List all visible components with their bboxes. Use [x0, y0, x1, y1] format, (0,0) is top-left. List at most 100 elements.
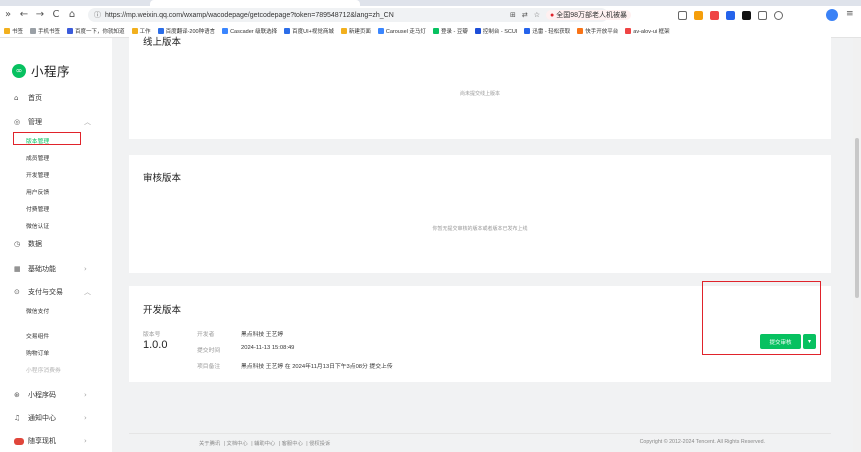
chevron-right-icon: ›	[84, 265, 87, 273]
sidebar-item-code[interactable]: ⊛ 小程序码 ›	[14, 390, 87, 400]
bookmark-icon	[625, 27, 632, 34]
bookmark-icon	[432, 27, 439, 34]
bookmark-icon	[222, 27, 229, 34]
online-version-empty: 尚未提交线上版本	[459, 91, 500, 97]
sidebar-item-wechat-pay[interactable]: 微信支付	[26, 306, 49, 315]
sidebar-item-notify[interactable]: ♫ 通知中心 ›	[14, 413, 87, 423]
sidebar-item-version-manage[interactable]: 版本管理	[26, 136, 49, 145]
bookmark-icon	[30, 27, 37, 34]
extension-icon[interactable]	[710, 10, 719, 20]
sidebar-item-code-label: 小程序码	[28, 392, 56, 399]
sidebar-item-pay[interactable]: ⊙ 支付与交易 ︿	[14, 287, 91, 297]
translate-icon[interactable]: ⇄	[522, 11, 528, 19]
chevron-up-icon: ︿	[84, 288, 91, 296]
online-version-card: 线上版本 尚未提交线上版本	[129, 34, 831, 139]
sidebar-item-trade-component[interactable]: 交易组件	[26, 331, 49, 340]
page-scrollbar[interactable]	[853, 38, 861, 452]
bookmark-icon	[377, 27, 384, 34]
sidebar-item-basic-label: 基础功能	[28, 266, 56, 273]
footer-link-report[interactable]: 侵权投诉	[309, 441, 330, 447]
review-version-title: 审核版本	[143, 173, 182, 184]
profile-avatar[interactable]	[826, 9, 838, 21]
bookmark-star-icon[interactable]: ☆	[534, 11, 540, 19]
scrollbar-thumb[interactable]	[855, 138, 859, 298]
sidebar-item-data[interactable]: ◷ 数据	[14, 239, 42, 249]
dev-version-title: 开发版本	[143, 305, 182, 316]
app-logo[interactable]: ∞ 小程序	[12, 61, 70, 80]
sidebar-item-basic[interactable]: ▦ 基础功能 ›	[14, 264, 87, 274]
address-actions: ⊞ ⇄ ☆ ● 全国98万部老人机被暴	[510, 8, 632, 22]
sidebar-item-orders[interactable]: 购物订单	[26, 348, 49, 357]
bookmark-label: 百度一下，你就知道	[75, 28, 125, 35]
sidebar-item-home[interactable]: ⌂ 首页	[14, 93, 42, 103]
sidebar-item-member-manage[interactable]: 成员管理	[26, 153, 49, 162]
footer: 关于腾讯 | 文档中心 | 辅助中心 | 客服中心 | 侵权投诉 Copyrig…	[129, 433, 831, 452]
url-text: https://mp.weixin.qq.com/wxamp/wacodepag…	[105, 11, 394, 19]
qrcode-icon: ⊛	[14, 391, 20, 399]
bookmark-item[interactable]: 百度一下，你就知道	[67, 27, 125, 35]
sidebar: ∞ 小程序 ⌂ 首页 ◎ 管理 ︿ 版本管理 成员管理 开发管理 用户反馈 付费…	[0, 38, 112, 452]
extension-icon[interactable]	[758, 10, 767, 20]
chevron-up-icon: ︿	[84, 118, 91, 126]
developer-label: 开发者	[197, 332, 215, 338]
home-icon: ⌂	[14, 94, 19, 102]
chevron-right-icon: ›	[84, 414, 87, 422]
review-version-empty: 你暂无提交审核的版本或者版本已发布上线	[432, 226, 528, 232]
extension-icon[interactable]	[678, 10, 687, 20]
sidebar-item-manage[interactable]: ◎ 管理 ︿	[14, 117, 91, 127]
sidebar-item-coupon[interactable]: 小程序消费券	[26, 365, 61, 374]
data-icon: ◷	[14, 240, 21, 248]
home-icon[interactable]: ⌂	[64, 7, 80, 23]
copyright: Copyright © 2012-2024 Tencent. All Right…	[639, 439, 765, 445]
extension-news[interactable]: ● 全国98万部老人机被暴	[546, 10, 632, 20]
forward-icon[interactable]: →	[32, 7, 48, 23]
more-tabs-icon[interactable]: »	[0, 7, 16, 23]
extension-icon[interactable]	[694, 10, 703, 20]
screenshot-icon[interactable]: ⊞	[510, 11, 516, 19]
extension-icon[interactable]	[774, 10, 783, 20]
extension-news-text: 全国98万部老人机被暴	[556, 12, 628, 19]
submit-time-label: 提交时间	[197, 348, 221, 354]
bookmark-icon	[131, 27, 138, 34]
bookmark-icon	[340, 27, 347, 34]
sidebar-item-gift[interactable]: 随享现机 ›	[14, 436, 87, 446]
bookmark-icon	[157, 27, 164, 34]
footer-link-about[interactable]: 关于腾讯	[199, 441, 220, 447]
online-version-title: 线上版本	[143, 37, 182, 48]
bookmark-icon	[524, 27, 531, 34]
sidebar-item-gift-label: 随享现机	[28, 438, 56, 445]
bookmark-label: 书签	[12, 28, 24, 35]
bookmark-label: 手机书签	[38, 28, 61, 35]
sidebar-item-dev-manage[interactable]: 开发管理	[26, 170, 49, 179]
bookmark-item[interactable]: 手机书签	[30, 27, 60, 35]
footer-link-service[interactable]: 客服中心	[282, 441, 303, 447]
bookmark-icon	[284, 27, 291, 34]
version-label: 版本号	[143, 332, 161, 338]
sidebar-item-notify-label: 通知中心	[28, 415, 56, 422]
note-value: 黑点科技 王艺婷 在 2024年11月13日下午3点08分 提交上传	[241, 364, 393, 370]
browser-menu-icon[interactable]: ≡	[846, 9, 854, 19]
bookmark-item[interactable]: 书签	[4, 27, 23, 35]
bookmark-icon	[4, 27, 10, 34]
bookmark-icon	[67, 27, 74, 34]
footer-links: 关于腾讯 | 文档中心 | 辅助中心 | 客服中心 | 侵权投诉	[199, 441, 331, 447]
extension-icon[interactable]	[742, 10, 751, 20]
chevron-right-icon: ›	[84, 391, 87, 399]
browser-toolbar: » ← → C ⌂ ⓘ https://mp.weixin.qq.com/wxa…	[0, 6, 861, 24]
reload-icon[interactable]: C	[48, 7, 64, 23]
sidebar-item-wechat-verify[interactable]: 微信认证	[26, 221, 49, 230]
sidebar-item-pay-label: 支付与交易	[28, 289, 63, 296]
footer-link-docs[interactable]: 文档中心	[227, 441, 248, 447]
note-label: 项目备注	[197, 364, 221, 370]
bell-icon: ♫	[14, 414, 21, 422]
sidebar-item-manage-label: 管理	[28, 119, 42, 126]
site-info-icon[interactable]: ⓘ	[94, 10, 101, 20]
footer-link-help[interactable]: 辅助中心	[254, 441, 275, 447]
developer-value: 黑点科技 王艺婷	[241, 332, 284, 338]
back-icon[interactable]: ←	[16, 7, 32, 23]
bookmark-icon	[474, 27, 481, 34]
extension-icon[interactable]	[726, 10, 735, 20]
sidebar-item-feedback[interactable]: 用户反馈	[26, 187, 49, 196]
sidebar-item-pay-manage[interactable]: 付费管理	[26, 204, 49, 213]
highlight-box	[702, 281, 821, 355]
